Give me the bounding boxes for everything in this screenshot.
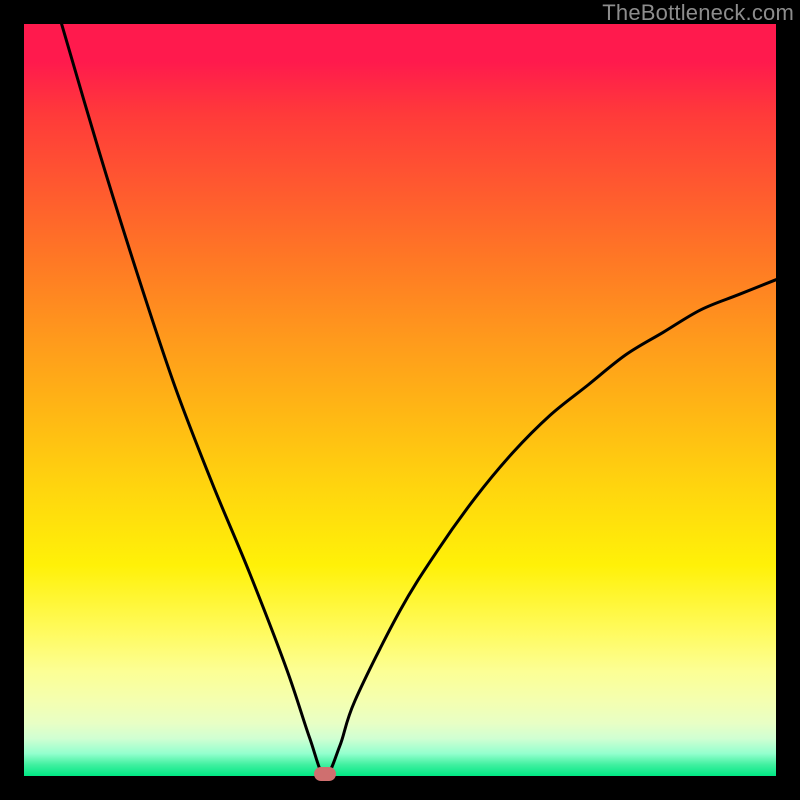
curve-svg xyxy=(24,24,776,776)
plot-area xyxy=(24,24,776,776)
minimum-marker xyxy=(314,767,336,781)
watermark-text: TheBottleneck.com xyxy=(602,0,794,26)
chart-container: TheBottleneck.com xyxy=(0,0,800,800)
curve-path xyxy=(62,24,776,776)
